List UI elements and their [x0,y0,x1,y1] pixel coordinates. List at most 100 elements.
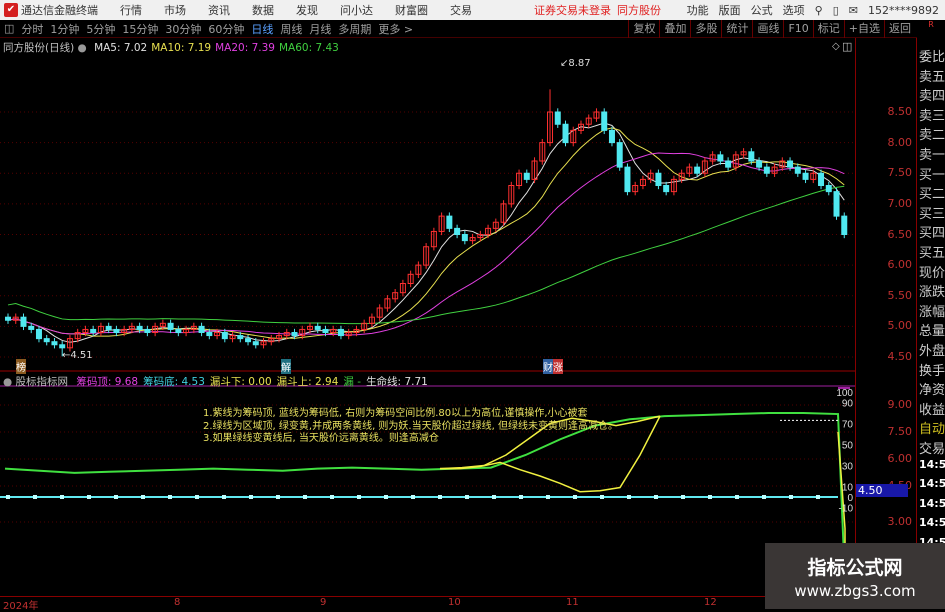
candle [802,172,809,180]
indicator-name[interactable]: 股标指标网 [16,376,69,388]
indicator-tick: 3.00 [887,515,913,528]
zero-dot [222,495,226,499]
r-icon: R [928,20,934,29]
candle [763,166,770,174]
indicator-header: ● 股标指标网 筹码顶: 9.68 筹码底: 4.53 漏斗下: 0.00 漏斗上: … [3,374,428,389]
event-badge[interactable]: 榜 [16,359,26,374]
candle [322,328,329,333]
zero-dot [789,495,793,499]
candle [446,215,453,229]
indicator-scale-tick: 100 [836,388,853,399]
quote-label: 收益 [919,402,945,418]
time-tick: 8 [174,597,181,608]
quote-label: 卖二 [919,128,945,144]
time-tick: 2024年 [3,601,39,612]
candle [655,172,662,186]
candle [624,166,631,193]
quote-label: 卖一 [919,148,945,163]
candle [291,332,298,337]
candle [608,129,615,144]
indicator-value: 筹码底: 4.53 [143,376,205,388]
price-tick: 5.50 [887,288,913,302]
zero-dot [627,495,631,499]
candle [136,325,143,330]
candle [28,325,35,330]
candle [35,328,42,340]
event-badge[interactable]: 涨 [553,359,563,374]
candle [794,166,801,174]
low-marker: ←4.51 [62,350,93,361]
zero-dot [330,495,334,499]
zero-dot [276,495,280,499]
time-tick: 10 [448,597,461,608]
candle [787,160,794,168]
price-tick: 4.50 [887,350,913,363]
candle [314,325,321,330]
diamond-icon[interactable]: ◇ [832,41,840,52]
zero-dot [438,495,442,499]
watermark: 指标公式网 www.zbgs3.com [765,543,945,609]
candle [51,341,58,346]
quote-label: 买五 [919,246,945,261]
event-badge[interactable]: 解 [281,359,291,374]
quote-label: 换手 [919,363,945,379]
zero-dot [546,495,550,499]
time-tick: 11 [566,597,579,608]
zero-dot [357,495,361,499]
zero-dot [762,495,766,499]
indicator-value: 漏斗下: 0.00 [209,376,272,388]
axis-highlight: 4.50 [856,484,908,497]
candle [198,325,205,333]
candle [237,335,244,340]
price-tick: 6.50 [887,227,913,241]
price-tick: 7.00 [887,196,913,210]
candle [206,332,213,337]
candle [841,215,848,235]
note-line: 3.如果绿线变黄线后, 当天股价远离黄线。则逢高减仓 [203,433,439,444]
candle [825,185,832,193]
indicator-scale-tick: 50 [842,441,854,452]
event-badge[interactable]: 财 [543,359,553,374]
quote-label: 委比 [919,50,945,65]
zero-dot [33,495,37,499]
zero-dot [384,495,388,499]
quote-label: 涨跌 [919,285,945,301]
time-axis: 2024年 8 9 10 11 12 [0,596,855,612]
zero-dot [303,495,307,499]
candle [717,154,724,162]
indicator-scale-tick: 0 [847,493,853,504]
indicator-value: 漏 - [343,376,362,388]
watermark-name: 指标公式网 [807,557,903,579]
candle [175,328,182,333]
quote-label: 卖四 [919,89,945,105]
indicator-tick: 7.50 [887,425,913,438]
quote-label: 14:56 [919,516,945,530]
indicator-notes: 1.紫线为筹码顶, 蓝线为筹码低, 右则为筹码空间比例.80以上为高位,谨慎操作… [203,408,618,446]
candle [167,322,174,330]
candle [221,332,228,340]
candle [601,111,608,131]
candle [105,325,112,330]
candle [725,160,732,168]
zero-dot [465,495,469,499]
candle [245,338,252,343]
quote-label: 买四 [919,226,945,242]
quote-label: 总量 [919,324,945,340]
zero-dot [60,495,64,499]
quote-label: 14:56 [919,477,945,491]
candle [59,344,66,349]
candle [90,328,97,333]
quote-label: 自动 [919,422,945,438]
candle [337,328,344,337]
settings-icon[interactable]: ● [3,376,12,388]
quote-label: 交易 [919,442,945,457]
quote-label: 外盘 [919,344,945,359]
price-chart[interactable]: 10090705030100-10 [0,0,945,609]
panel-icon[interactable]: ◫ [842,40,852,53]
price-tick: 8.50 [887,105,913,118]
indicator-value: 生命线: 7.71 [366,376,428,388]
indicator-tick: 9.00 [887,398,913,411]
zero-dot [708,495,712,499]
candle [756,160,763,168]
time-tick: 12 [704,597,717,608]
